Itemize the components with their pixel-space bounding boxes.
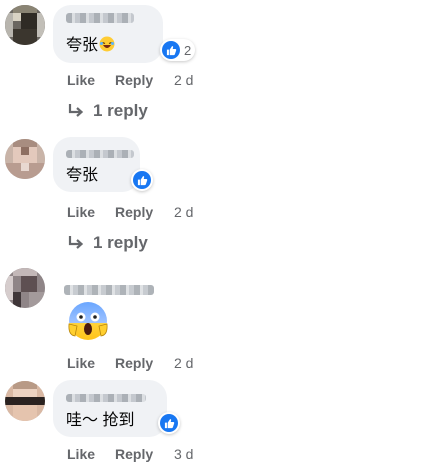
reply-button[interactable]: Reply [115, 204, 174, 220]
reply-button[interactable]: Reply [115, 446, 174, 462]
thumbs-up-icon [162, 41, 180, 59]
author-name-blurred[interactable] [66, 13, 134, 23]
like-button[interactable]: Like [67, 204, 115, 220]
comment-bubble: 夸张 [53, 5, 163, 63]
reaction-summary[interactable] [158, 412, 180, 434]
thumbs-up-icon [160, 414, 178, 432]
laughing-face-emoji [99, 36, 115, 52]
comment-bubble: 夸张 [53, 137, 140, 192]
avatar[interactable] [5, 381, 45, 421]
timestamp[interactable]: 3 d [174, 446, 193, 462]
view-replies-link[interactable]: 1 reply [67, 233, 148, 253]
like-button[interactable]: Like [67, 72, 115, 88]
comment-actions: Like Reply 3 d [67, 446, 193, 462]
reply-arrow-icon [68, 236, 84, 249]
screaming-face-emoji [68, 302, 108, 340]
comment-text: 夸张 [66, 36, 115, 56]
timestamp[interactable]: 2 d [174, 355, 193, 371]
avatar[interactable] [5, 139, 45, 179]
comment-actions: Like Reply 2 d [67, 355, 193, 371]
reply-arrow-icon [68, 104, 84, 117]
comment-bubble: 哇～ 抢到 [53, 380, 167, 437]
comment-actions: Like Reply 2 d [67, 72, 193, 88]
reaction-summary[interactable]: 2 [160, 39, 196, 61]
like-button[interactable]: Like [67, 355, 115, 371]
thumbs-up-icon [133, 171, 151, 189]
replies-count: 1 reply [93, 233, 148, 252]
author-name-blurred[interactable] [66, 150, 134, 158]
comment-actions: Like Reply 2 d [67, 204, 193, 220]
author-name-blurred[interactable] [66, 394, 146, 402]
comment-text: 夸张 [66, 167, 99, 184]
view-replies-link[interactable]: 1 reply [67, 101, 148, 121]
comment-text: 哇～ 抢到 [66, 412, 135, 429]
timestamp[interactable]: 2 d [174, 204, 193, 220]
reaction-count: 2 [184, 42, 192, 58]
reply-button[interactable]: Reply [115, 72, 174, 88]
reply-button[interactable]: Reply [115, 355, 174, 371]
avatar[interactable] [5, 268, 45, 308]
timestamp[interactable]: 2 d [174, 72, 193, 88]
like-button[interactable]: Like [67, 446, 115, 462]
author-name-blurred[interactable] [64, 285, 154, 295]
replies-count: 1 reply [93, 101, 148, 120]
avatar[interactable] [5, 5, 45, 45]
reaction-summary[interactable] [131, 169, 153, 191]
